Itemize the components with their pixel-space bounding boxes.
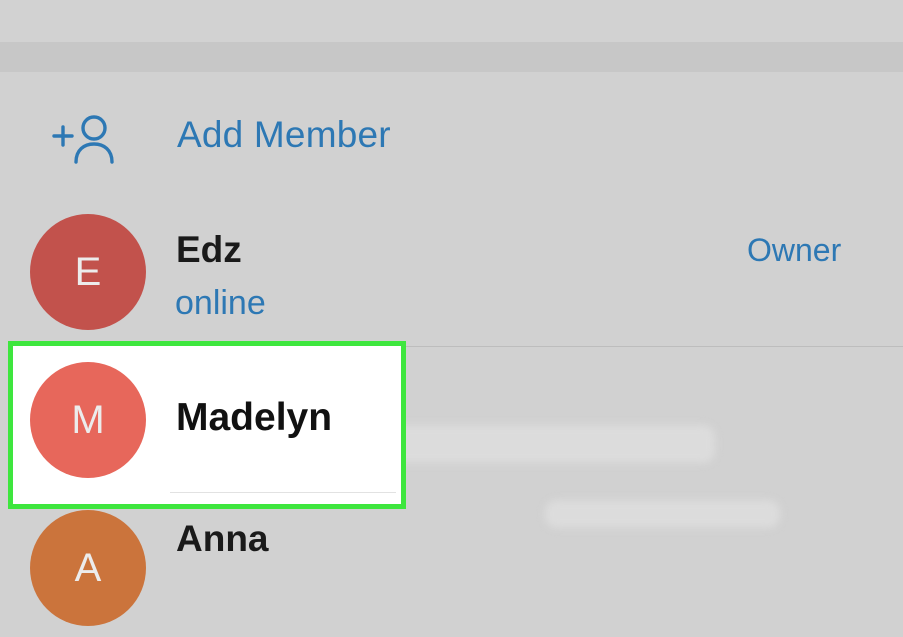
add-user-icon bbox=[52, 114, 116, 166]
member-name: Madelyn bbox=[176, 396, 333, 439]
avatar: E bbox=[30, 214, 146, 330]
member-name: Edz bbox=[176, 229, 242, 270]
member-role-badge: Owner bbox=[747, 232, 842, 268]
add-member-label: Add Member bbox=[177, 114, 391, 155]
row-divider bbox=[170, 492, 396, 493]
avatar: A bbox=[30, 510, 146, 626]
member-name: Anna bbox=[176, 518, 269, 559]
section-divider bbox=[0, 42, 903, 72]
add-member-button[interactable] bbox=[0, 72, 903, 202]
avatar-initial: A bbox=[74, 546, 102, 590]
avatar: M bbox=[30, 362, 146, 478]
member-status: online bbox=[175, 284, 266, 322]
avatar-initial: M bbox=[71, 398, 105, 442]
top-panel bbox=[0, 0, 903, 42]
avatar-initial: E bbox=[74, 250, 102, 294]
